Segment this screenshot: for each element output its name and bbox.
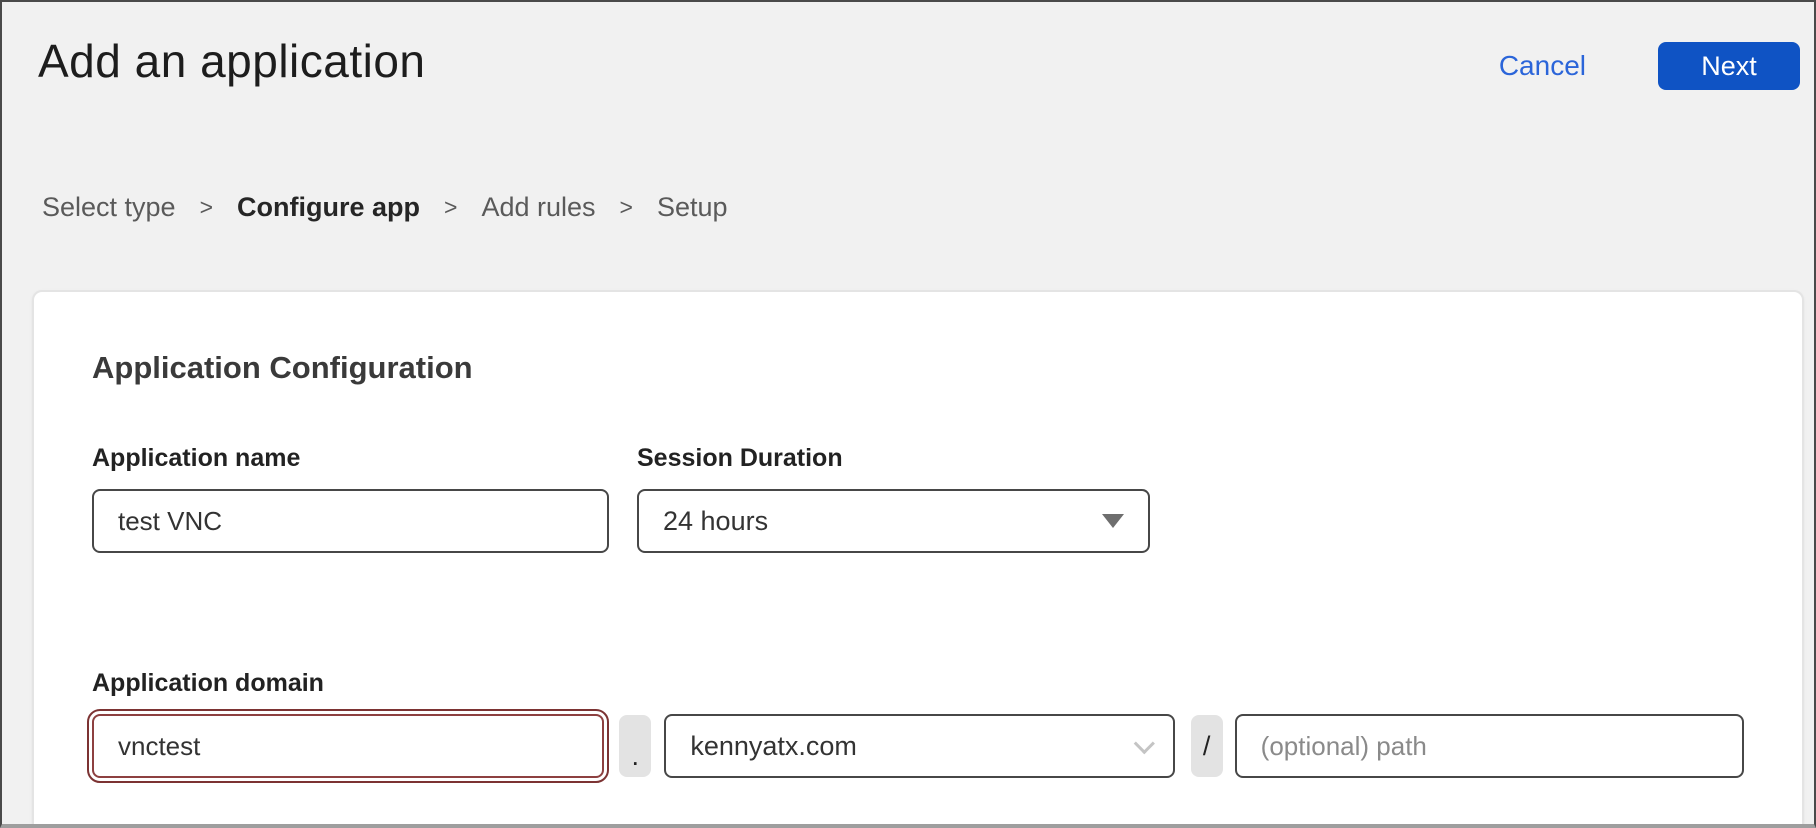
application-domain-field: Application domain . kennyatx.com /: [92, 669, 1744, 778]
application-domain-label: Application domain: [92, 669, 1744, 698]
cancel-button[interactable]: Cancel: [1499, 50, 1586, 82]
session-duration-select[interactable]: 24 hours: [637, 489, 1150, 553]
breadcrumb-separator: >: [200, 194, 213, 221]
breadcrumb-separator: >: [444, 194, 457, 221]
header: Add an application Cancel Next: [38, 32, 1800, 90]
breadcrumb-separator: >: [620, 194, 633, 221]
application-name-label: Application name: [92, 444, 609, 473]
section-title: Application Configuration: [92, 350, 1744, 386]
breadcrumb-step-add-rules[interactable]: Add rules: [481, 192, 595, 223]
breadcrumb-step-setup[interactable]: Setup: [657, 192, 728, 223]
dot-separator: .: [619, 715, 651, 777]
next-button[interactable]: Next: [1658, 42, 1800, 90]
application-configuration-card: Application Configuration Application na…: [32, 290, 1804, 828]
application-name-field: Application name: [92, 444, 609, 553]
breadcrumb: Select type > Configure app > Add rules …: [42, 192, 728, 223]
breadcrumb-step-configure-app[interactable]: Configure app: [237, 192, 420, 223]
slash-separator: /: [1191, 715, 1223, 777]
name-duration-row: Application name Session Duration 24 hou…: [92, 444, 1744, 553]
path-input[interactable]: [1235, 714, 1744, 778]
application-domain-row: . kennyatx.com /: [92, 714, 1744, 778]
application-name-input[interactable]: [92, 489, 609, 553]
domain-select-value: kennyatx.com: [690, 731, 857, 762]
page-title: Add an application: [38, 34, 426, 88]
session-duration-field: Session Duration 24 hours: [637, 444, 1150, 553]
slash-separator-label: /: [1203, 731, 1211, 762]
chevron-down-icon: [1133, 733, 1154, 754]
domain-select[interactable]: kennyatx.com: [664, 714, 1174, 778]
session-duration-value: 24 hours: [663, 506, 768, 537]
breadcrumb-step-select-type[interactable]: Select type: [42, 192, 176, 223]
dot-separator-label: .: [632, 741, 640, 772]
subdomain-input[interactable]: [92, 714, 604, 778]
triangle-down-icon: [1102, 514, 1124, 528]
session-duration-label: Session Duration: [637, 444, 1150, 473]
header-actions: Cancel Next: [1499, 42, 1800, 90]
page: Add an application Cancel Next Select ty…: [0, 0, 1816, 828]
